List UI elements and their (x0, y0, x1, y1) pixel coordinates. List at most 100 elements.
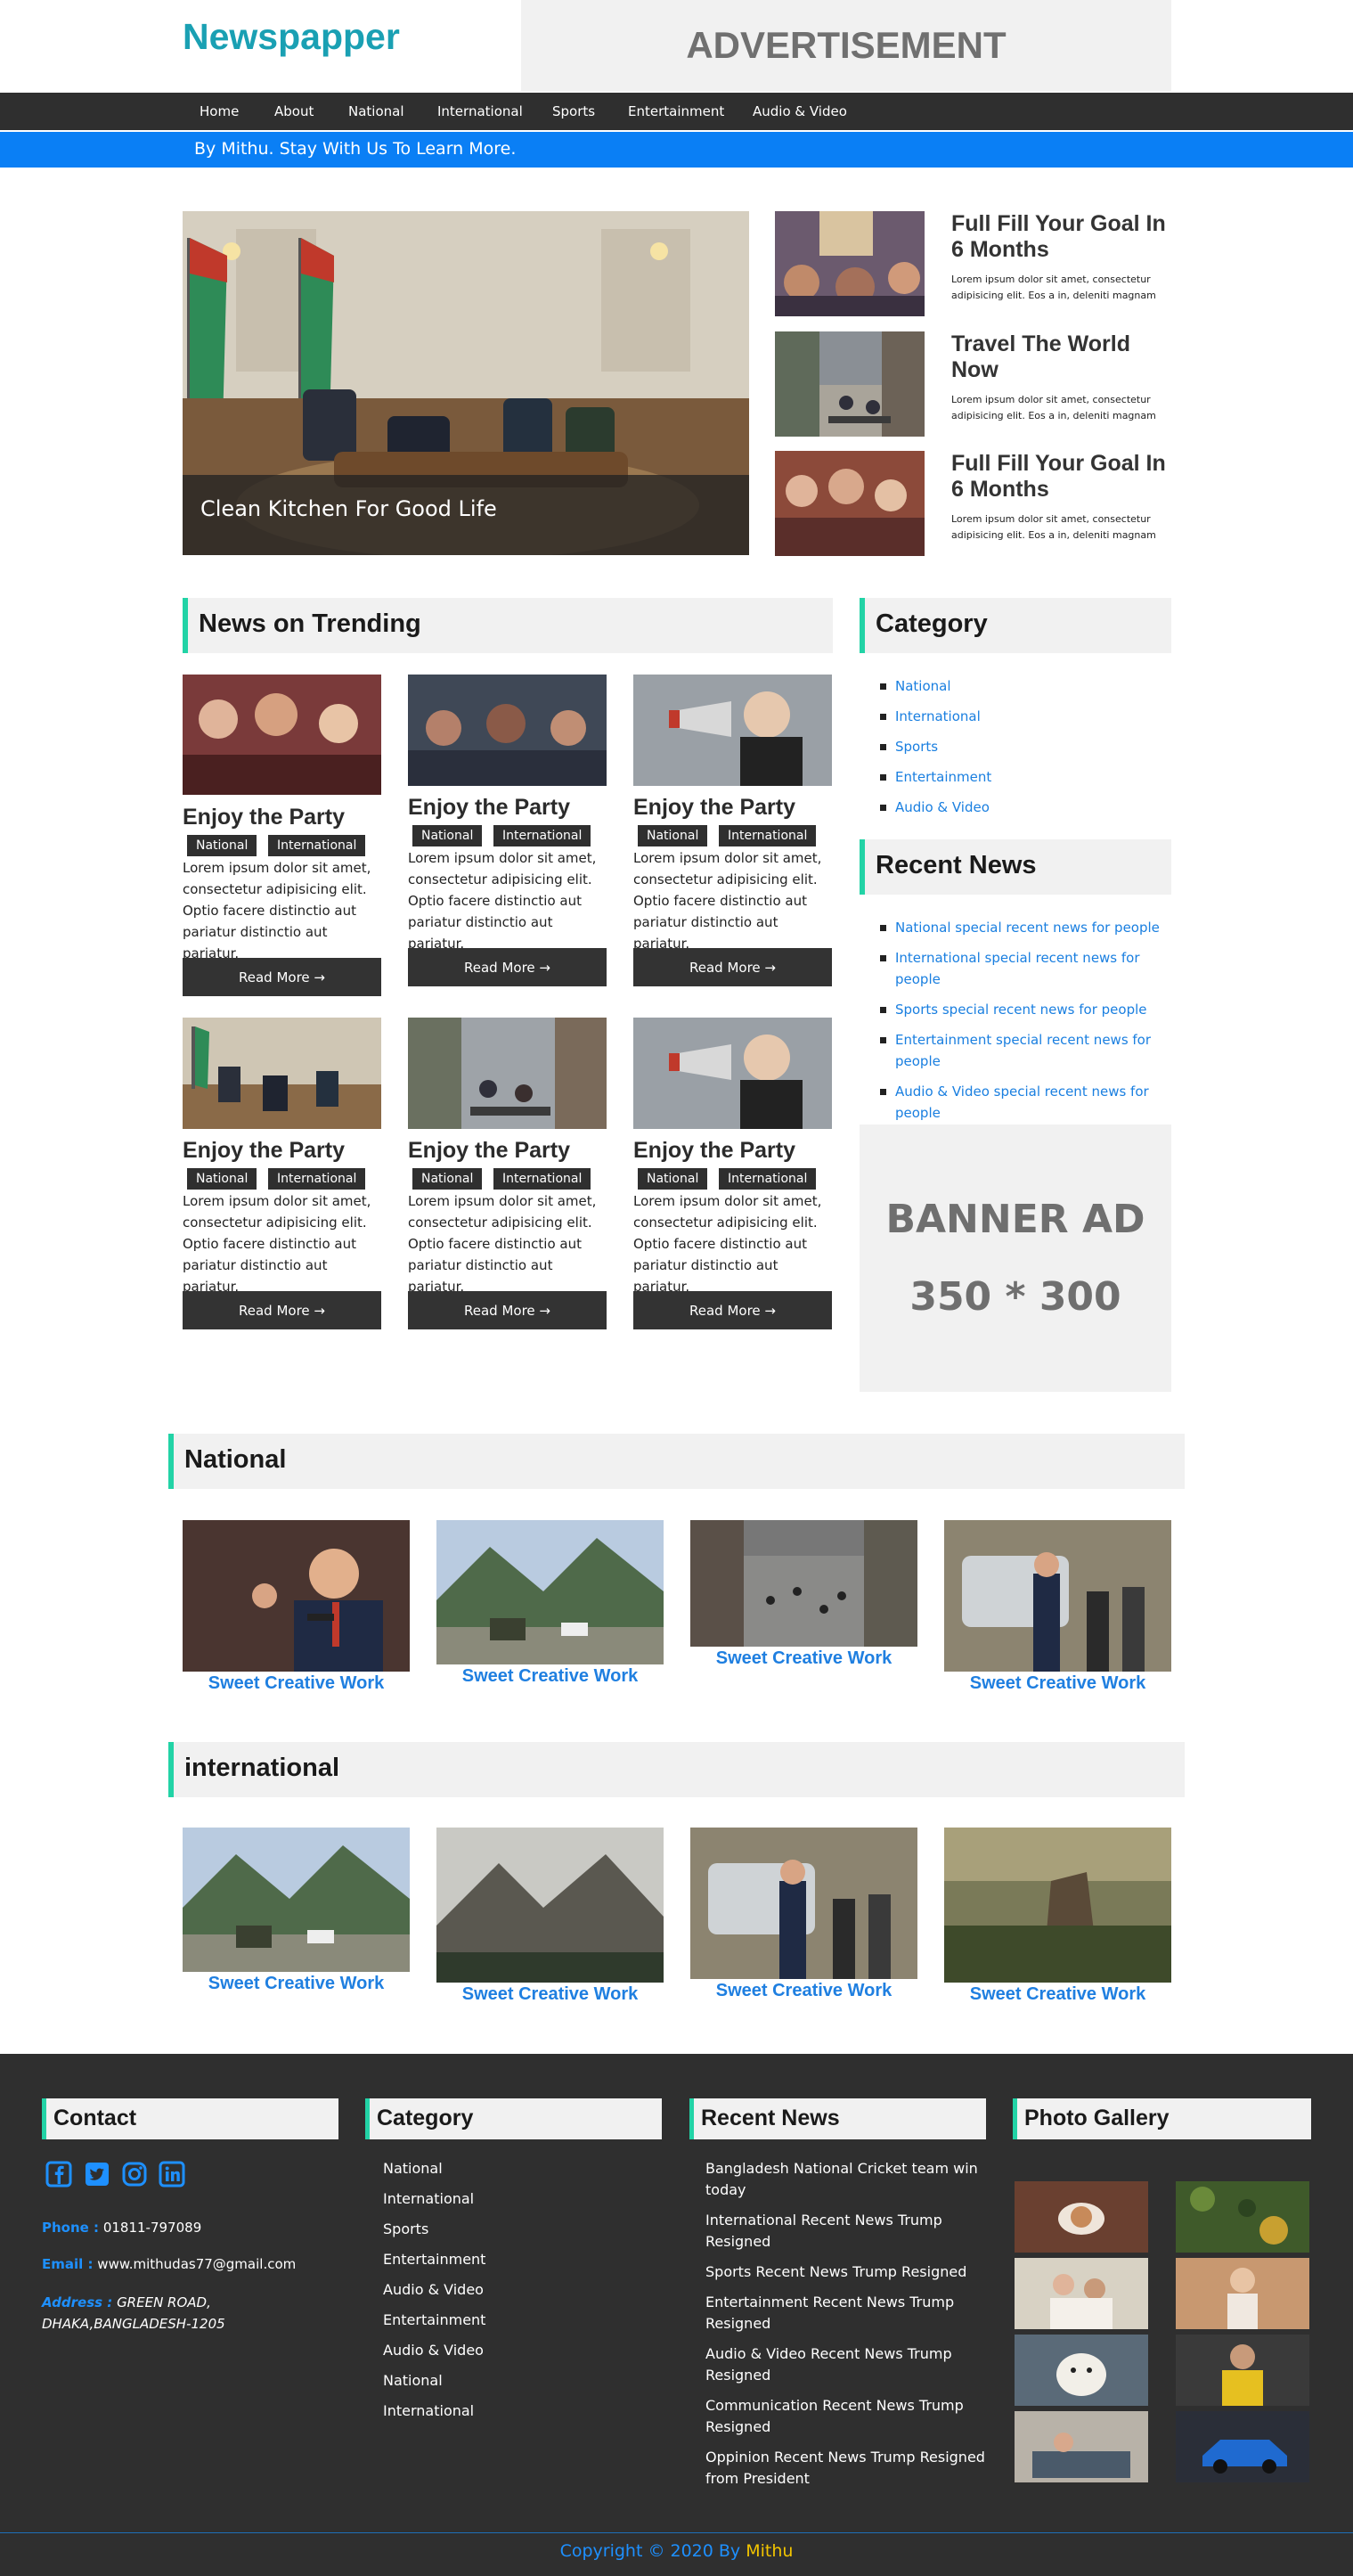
tag-international[interactable]: International (268, 835, 366, 856)
international-image[interactable] (436, 1828, 664, 1983)
read-more-button[interactable]: Read More → (183, 958, 381, 996)
read-more-button[interactable]: Read More → (633, 948, 832, 986)
read-more-button[interactable]: Read More → (633, 1291, 832, 1329)
tag-national[interactable]: National (638, 1168, 708, 1190)
side-news-thumb[interactable] (775, 451, 925, 556)
instagram-icon[interactable] (121, 2161, 148, 2188)
international-caption[interactable]: Sweet Creative Work (944, 1984, 1171, 2005)
gallery-image[interactable] (1176, 2181, 1309, 2253)
national-caption[interactable]: Sweet Creative Work (436, 1666, 664, 1687)
national-caption[interactable]: Sweet Creative Work (690, 1648, 917, 1669)
footer-category-item[interactable]: Audio & Video (383, 2340, 680, 2361)
recent-news-item[interactable]: International special recent news for pe… (880, 947, 1176, 990)
footer-category-item[interactable]: National (383, 2370, 680, 2392)
category-item[interactable]: Audio & Video (880, 797, 1176, 818)
footer-category-item[interactable]: National (383, 2158, 680, 2179)
email-value[interactable]: www.mithudas77@gmail.com (97, 2256, 296, 2272)
recent-news-item[interactable]: Sports special recent news for people (880, 999, 1176, 1020)
footer-recent-item[interactable]: Audio & Video Recent News Trump Resigned (705, 2343, 986, 2386)
card-title[interactable]: Enjoy the Party (183, 1138, 345, 1164)
gallery-image[interactable] (1176, 2335, 1309, 2406)
tag-national[interactable]: National (187, 835, 257, 856)
gallery-image[interactable] (1176, 2258, 1309, 2329)
nav-international[interactable]: International (437, 103, 523, 119)
phone-value[interactable]: 01811-797089 (103, 2220, 201, 2236)
hero-image[interactable]: Clean Kitchen For Good Life (183, 211, 749, 555)
national-caption[interactable]: Sweet Creative Work (944, 1673, 1171, 1694)
nav-home[interactable]: Home (200, 103, 239, 119)
footer-recent-item[interactable]: International Recent News Trump Resigned (705, 2210, 986, 2253)
read-more-button[interactable]: Read More → (183, 1291, 381, 1329)
footer-category-item[interactable]: International (383, 2188, 680, 2210)
nav-national[interactable]: National (348, 103, 404, 119)
category-item[interactable]: International (880, 706, 1176, 727)
gallery-image[interactable] (1015, 2258, 1148, 2329)
recent-news-item[interactable]: Audio & Video special recent news for pe… (880, 1081, 1176, 1124)
tag-national[interactable]: National (187, 1168, 257, 1190)
category-item[interactable]: Sports (880, 736, 1176, 757)
footer-category-item[interactable]: Entertainment (383, 2310, 680, 2331)
national-image[interactable] (944, 1520, 1171, 1672)
tag-international[interactable]: International (268, 1168, 366, 1190)
footer-recent-item[interactable]: Bangladesh National Cricket team win tod… (705, 2158, 986, 2201)
tag-national[interactable]: National (412, 825, 483, 846)
nav-entertainment[interactable]: Entertainment (628, 103, 724, 119)
national-caption[interactable]: Sweet Creative Work (183, 1673, 410, 1694)
linkedin-icon[interactable] (159, 2161, 185, 2188)
recent-news-item[interactable]: National special recent news for people (880, 917, 1176, 938)
tag-international[interactable]: International (719, 825, 817, 846)
nav-audio-video[interactable]: Audio & Video (753, 103, 847, 119)
facebook-icon[interactable] (45, 2161, 72, 2188)
hero-caption[interactable]: Clean Kitchen For Good Life (183, 475, 749, 555)
read-more-button[interactable]: Read More → (408, 948, 607, 986)
card-image[interactable] (633, 675, 832, 786)
tag-international[interactable]: International (493, 825, 591, 846)
card-image[interactable] (183, 1018, 381, 1129)
international-image[interactable] (690, 1828, 917, 1979)
side-news-item[interactable]: Travel The World Now Lorem ipsum dolor s… (775, 331, 1171, 437)
tag-international[interactable]: International (719, 1168, 817, 1190)
side-news-title[interactable]: Travel The World Now (951, 331, 1174, 383)
tag-national[interactable]: National (412, 1168, 483, 1190)
recent-news-item[interactable]: Entertainment special recent news for pe… (880, 1029, 1176, 1072)
side-news-thumb[interactable] (775, 211, 925, 316)
footer-recent-item[interactable]: Sports Recent News Trump Resigned (705, 2261, 986, 2283)
national-image[interactable] (436, 1520, 664, 1664)
card-title[interactable]: Enjoy the Party (408, 1138, 570, 1164)
footer-category-item[interactable]: International (383, 2400, 680, 2422)
footer-category-item[interactable]: Entertainment (383, 2249, 680, 2270)
international-caption[interactable]: Sweet Creative Work (436, 1984, 664, 2005)
site-logo[interactable]: Newspapper (183, 16, 400, 58)
footer-recent-item[interactable]: Entertainment Recent News Trump Resigned (705, 2292, 986, 2335)
read-more-button[interactable]: Read More → (408, 1291, 607, 1329)
gallery-image[interactable] (1015, 2335, 1148, 2406)
card-image[interactable] (183, 675, 381, 795)
nav-about[interactable]: About (274, 103, 314, 119)
tag-international[interactable]: International (493, 1168, 591, 1190)
footer-recent-item[interactable]: Communication Recent News Trump Resigned (705, 2395, 986, 2438)
side-news-thumb[interactable] (775, 331, 925, 437)
category-item[interactable]: Entertainment (880, 766, 1176, 788)
nav-sports[interactable]: Sports (552, 103, 595, 119)
category-item[interactable]: National (880, 675, 1176, 697)
side-news-item[interactable]: Full Fill Your Goal In 6 Months Lorem ip… (775, 211, 1171, 316)
card-title[interactable]: Enjoy the Party (183, 805, 345, 830)
card-title[interactable]: Enjoy the Party (633, 1138, 795, 1164)
gallery-image[interactable] (1015, 2181, 1148, 2253)
national-image[interactable] (690, 1520, 917, 1647)
side-news-title[interactable]: Full Fill Your Goal In 6 Months (951, 211, 1174, 263)
side-news-title[interactable]: Full Fill Your Goal In 6 Months (951, 451, 1174, 503)
twitter-icon[interactable] (84, 2161, 110, 2188)
gallery-image[interactable] (1176, 2411, 1309, 2482)
international-image[interactable] (944, 1828, 1171, 1983)
international-caption[interactable]: Sweet Creative Work (183, 1974, 410, 1994)
card-image[interactable] (633, 1018, 832, 1129)
side-news-item[interactable]: Full Fill Your Goal In 6 Months Lorem ip… (775, 451, 1171, 556)
international-image[interactable] (183, 1828, 410, 1972)
card-image[interactable] (408, 1018, 607, 1129)
international-caption[interactable]: Sweet Creative Work (690, 1981, 917, 2001)
gallery-image[interactable] (1015, 2411, 1148, 2482)
footer-recent-item[interactable]: Oppinion Recent News Trump Resigned from… (705, 2447, 986, 2490)
footer-category-item[interactable]: Audio & Video (383, 2279, 680, 2301)
national-image[interactable] (183, 1520, 410, 1672)
